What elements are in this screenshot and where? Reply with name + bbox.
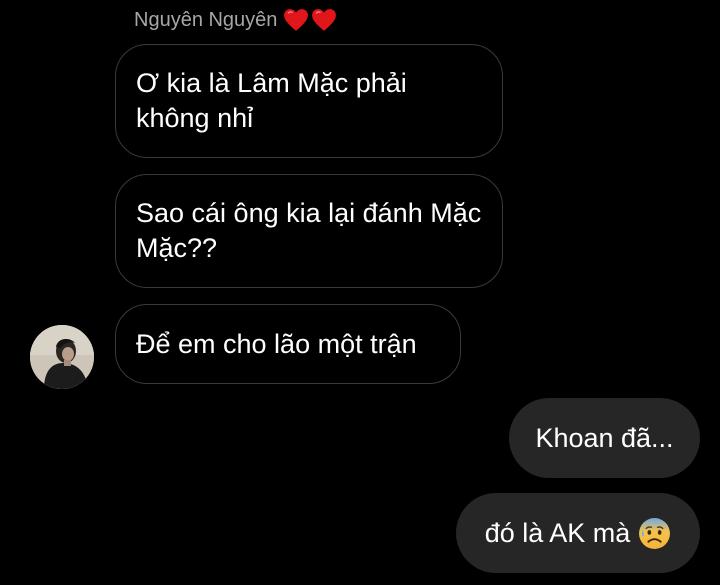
message-text: Sao cái ông kia lại đánh Mặc Mặc?? [136, 198, 482, 263]
message-text: Ơ kia là Lâm Mặc phải không nhỉ [136, 68, 407, 133]
outgoing-message-bubble[interactable]: đó là AK mà [456, 493, 700, 573]
anxious-face-with-sweat-emoji-icon [639, 517, 671, 549]
message-text: đó là AK mà [484, 517, 631, 548]
message-text: Khoan đã... [535, 422, 674, 453]
incoming-message-bubble[interactable]: Sao cái ông kia lại đánh Mặc Mặc?? [115, 174, 503, 288]
incoming-message-bubble[interactable]: Ơ kia là Lâm Mặc phải không nhỉ [115, 44, 503, 158]
avatar-photo [30, 325, 94, 389]
heart-icon [284, 9, 309, 31]
outgoing-message-bubble[interactable]: Khoan đã... [509, 398, 700, 478]
heart-icon [312, 9, 337, 31]
message-text: Để em cho lão một trận [136, 328, 417, 359]
sender-hearts [283, 8, 337, 32]
sender-avatar[interactable] [30, 325, 94, 389]
sender-name-row: Nguyên Nguyên [134, 8, 337, 32]
sender-name: Nguyên Nguyên [134, 8, 278, 31]
incoming-message-bubble[interactable]: Để em cho lão một trận [115, 304, 461, 384]
